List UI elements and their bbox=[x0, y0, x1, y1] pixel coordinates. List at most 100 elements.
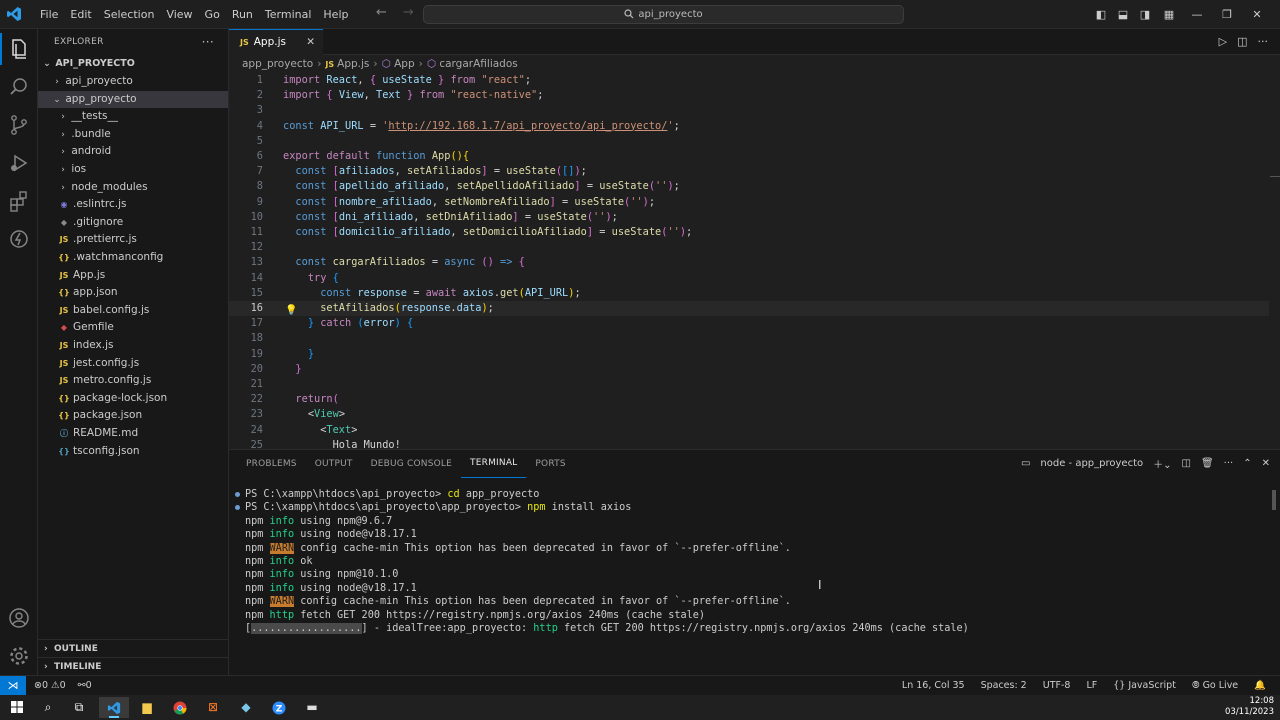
more-actions-icon[interactable]: ··· bbox=[1224, 458, 1234, 469]
windows-start-icon[interactable] bbox=[2, 697, 32, 718]
file-item[interactable]: {} .watchmanconfig bbox=[38, 249, 228, 267]
code-line[interactable]: 16 💡 setAfiliados(response.data); bbox=[229, 301, 1269, 317]
file-item[interactable]: ◆ .gitignore bbox=[38, 214, 228, 232]
zoom-icon[interactable]: Z bbox=[264, 697, 294, 718]
file-item[interactable]: {} package.json bbox=[38, 407, 228, 425]
run-debug-icon[interactable] bbox=[7, 151, 31, 175]
toggle-panel-icon[interactable]: ⬓ bbox=[1112, 0, 1134, 29]
close-window-button[interactable]: ✕ bbox=[1242, 0, 1272, 29]
search-icon[interactable] bbox=[7, 75, 31, 99]
folder-item[interactable]: › api_proyecto bbox=[38, 73, 228, 91]
code-line[interactable]: 17 } catch (error) { bbox=[229, 316, 1269, 331]
code-line[interactable]: 6 export default function App(){ bbox=[229, 149, 1269, 164]
file-item[interactable]: {} app.json bbox=[38, 284, 228, 302]
task-view-icon[interactable]: ⧉ bbox=[64, 697, 94, 718]
file-item[interactable]: {} tsconfig.json bbox=[38, 443, 228, 461]
remote-explorer-icon[interactable] bbox=[7, 227, 31, 251]
maximize-panel-icon[interactable]: ⌃ bbox=[1243, 458, 1251, 469]
tab-debug-console[interactable]: DEBUG CONSOLE bbox=[362, 450, 461, 478]
encoding[interactable]: UTF-8 bbox=[1043, 676, 1071, 695]
tab-terminal[interactable]: TERMINAL bbox=[461, 450, 527, 478]
system-clock[interactable]: 12:08 03/11/2023 bbox=[1225, 696, 1274, 718]
code-line[interactable]: 5 bbox=[229, 134, 1269, 149]
folder-item[interactable]: › node_modules bbox=[38, 179, 228, 197]
outline-section[interactable]: › OUTLINE bbox=[38, 639, 228, 657]
command-center-search[interactable]: api_proyecto bbox=[423, 5, 904, 24]
notes-app-icon[interactable]: ◆ bbox=[231, 697, 261, 718]
file-item[interactable]: {} package-lock.json bbox=[38, 390, 228, 408]
breadcrumb-folder[interactable]: app_proyecto bbox=[242, 58, 313, 70]
tab-app-js[interactable]: JS App.js ✕ bbox=[229, 29, 323, 55]
folder-item[interactable]: ⌄ app_proyecto bbox=[38, 90, 228, 109]
tab-output[interactable]: OUTPUT bbox=[306, 450, 362, 478]
terminal-app-icon[interactable]: ▬ bbox=[297, 697, 327, 718]
language-mode[interactable]: {} JavaScript bbox=[1113, 676, 1176, 695]
file-item[interactable]: JS .prettierrc.js bbox=[38, 231, 228, 249]
close-tab-icon[interactable]: ✕ bbox=[306, 30, 315, 55]
toggle-secondary-sidebar-icon[interactable]: ◨ bbox=[1134, 0, 1156, 29]
code-line[interactable]: 14 try { bbox=[229, 271, 1269, 286]
kill-terminal-icon[interactable]: 🗑 bbox=[1201, 458, 1214, 469]
customize-layout-icon[interactable]: ▦ bbox=[1156, 0, 1182, 29]
menu-file[interactable]: File bbox=[34, 0, 64, 29]
code-line[interactable]: 21 bbox=[229, 377, 1269, 392]
toggle-primary-sidebar-icon[interactable]: ◧ bbox=[1090, 0, 1112, 29]
code-line[interactable]: 25 Hola Mundo! bbox=[229, 438, 1269, 448]
timeline-section[interactable]: › TIMELINE bbox=[38, 657, 228, 675]
problems-indicator[interactable]: ⊗0 ⚠0 bbox=[34, 676, 66, 695]
end-of-line[interactable]: LF bbox=[1086, 676, 1097, 695]
terminal-output[interactable]: PS C:\xampp\htdocs\api_proyecto> cd app_… bbox=[229, 488, 1269, 635]
folder-item[interactable]: › android bbox=[38, 143, 228, 161]
file-item[interactable]: JS metro.config.js bbox=[38, 372, 228, 390]
go-live[interactable]: ⦾ Go Live bbox=[1192, 676, 1238, 695]
accounts-icon[interactable] bbox=[7, 606, 31, 630]
file-item[interactable]: JS index.js bbox=[38, 337, 228, 355]
workspace-root[interactable]: ⌄ API_PROYECTO bbox=[38, 55, 228, 73]
code-line[interactable]: 7 const [afiliados, setAfiliados] = useS… bbox=[229, 164, 1269, 179]
tab-problems[interactable]: PROBLEMS bbox=[237, 450, 306, 478]
run-file-icon[interactable]: ▷ bbox=[1219, 35, 1227, 48]
new-terminal-icon[interactable]: ＋⌄ bbox=[1153, 456, 1171, 471]
code-editor[interactable]: 1 import React, { useState } from "react"… bbox=[229, 73, 1280, 448]
code-line[interactable]: 13 const cargarAfiliados = async () => { bbox=[229, 255, 1269, 270]
split-terminal-icon[interactable]: ◫ bbox=[1182, 458, 1191, 469]
code-line[interactable]: 23 <View> bbox=[229, 407, 1269, 422]
menu-edit[interactable]: Edit bbox=[64, 0, 97, 29]
code-line[interactable]: 3 bbox=[229, 103, 1269, 118]
code-line[interactable]: 10 const [dni_afiliado, setDniAfiliado] … bbox=[229, 210, 1269, 225]
code-line[interactable]: 1 import React, { useState } from "react"… bbox=[229, 73, 1269, 88]
extensions-icon[interactable] bbox=[7, 189, 31, 213]
code-line[interactable]: 12 bbox=[229, 240, 1269, 255]
file-item[interactable]: ◆ Gemfile bbox=[38, 319, 228, 337]
manage-gear-icon[interactable] bbox=[7, 644, 31, 668]
taskbar-search-icon[interactable]: ⌕ bbox=[33, 697, 63, 718]
file-item[interactable]: ⓘ README.md bbox=[38, 425, 228, 443]
menu-view[interactable]: View bbox=[160, 0, 198, 29]
folder-item[interactable]: › __tests__ bbox=[38, 108, 228, 126]
menu-terminal[interactable]: Terminal bbox=[259, 0, 318, 29]
code-line[interactable]: 11 const [domicilio_afiliado, setDomicil… bbox=[229, 225, 1269, 240]
menu-go[interactable]: Go bbox=[199, 0, 226, 29]
code-line[interactable]: 20 } bbox=[229, 362, 1269, 377]
code-line[interactable]: 8 const [apellido_afiliado, setApellidoA… bbox=[229, 179, 1269, 194]
taskbar-vscode-icon[interactable] bbox=[99, 697, 129, 718]
explorer-icon[interactable] bbox=[0, 33, 31, 65]
breadcrumb-function[interactable]: cargarAfiliados bbox=[439, 58, 517, 70]
folder-item[interactable]: › .bundle bbox=[38, 126, 228, 144]
file-explorer-icon[interactable]: ▆ bbox=[132, 697, 162, 718]
forward-arrow-icon[interactable]: → bbox=[403, 5, 414, 20]
code-line[interactable]: 15 const response = await axios.get(API_… bbox=[229, 286, 1269, 301]
code-line[interactable]: 18 bbox=[229, 331, 1269, 346]
minimize-button[interactable]: — bbox=[1182, 0, 1212, 29]
more-actions-icon[interactable]: ··· bbox=[202, 29, 214, 55]
menu-run[interactable]: Run bbox=[226, 0, 259, 29]
code-line[interactable]: 19 } bbox=[229, 347, 1269, 362]
ports-indicator[interactable]: ⚯0 bbox=[78, 676, 92, 695]
code-line[interactable]: 24 <Text> bbox=[229, 423, 1269, 438]
file-item[interactable]: JS App.js bbox=[38, 267, 228, 285]
source-control-icon[interactable] bbox=[7, 113, 31, 137]
tab-ports[interactable]: PORTS bbox=[526, 450, 574, 478]
back-arrow-icon[interactable]: ← bbox=[376, 5, 387, 20]
folder-item[interactable]: › ios bbox=[38, 161, 228, 179]
more-actions-icon[interactable]: ··· bbox=[1258, 35, 1269, 48]
